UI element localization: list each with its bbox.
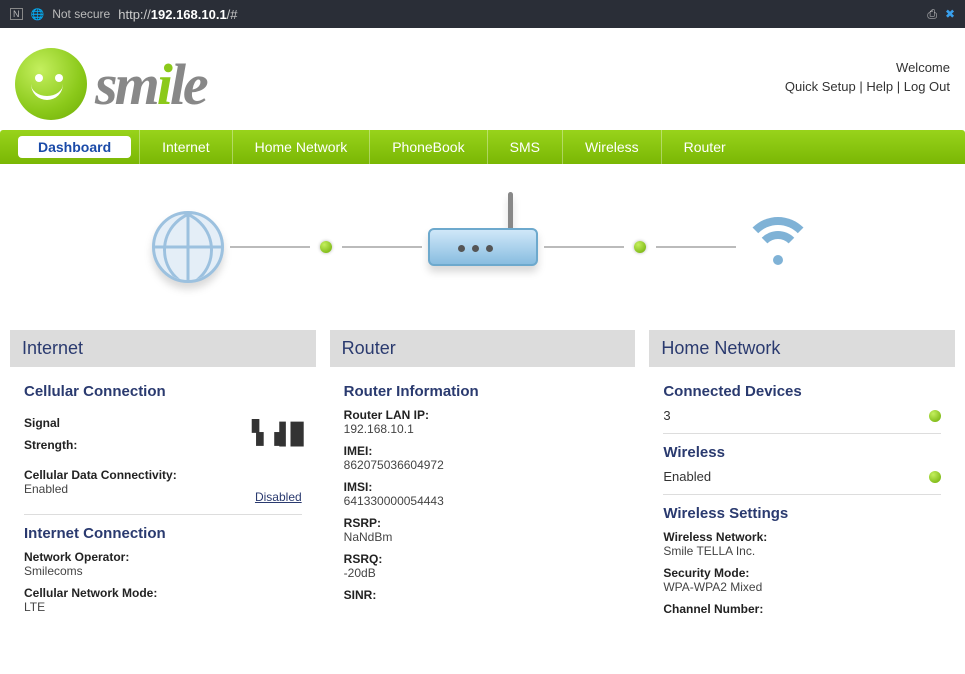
status-dot-icon <box>320 241 332 253</box>
camera-icon[interactable]: ⎙ <box>927 7 937 22</box>
main-nav: Dashboard Internet Home Network PhoneBoo… <box>0 130 965 164</box>
not-secure-label: Not secure <box>52 7 110 21</box>
home-network-panel: Home Network Connected Devices 3 Wireles… <box>649 330 955 654</box>
imei-value: 862075036604972 <box>344 458 622 472</box>
logo-face-icon <box>15 48 87 120</box>
quick-setup-link[interactable]: Quick Setup <box>785 79 856 94</box>
router-information-heading: Router Information <box>344 383 622 400</box>
router-panel: Router Router Information Router LAN IP:… <box>330 330 636 620</box>
wireless-settings-heading: Wireless Settings <box>663 505 941 522</box>
tab-home-network[interactable]: Home Network <box>232 130 370 164</box>
status-dot-icon <box>929 471 941 483</box>
cellular-data-connectivity-label: Cellular Data Connectivity: <box>24 468 177 482</box>
connector-line <box>230 246 310 248</box>
network-operator-value: Smilecoms <box>24 564 302 578</box>
extension-icon[interactable]: ✖ <box>945 7 955 21</box>
tab-dashboard[interactable]: Dashboard <box>18 136 131 158</box>
router-icon <box>428 228 538 266</box>
internet-connection-heading: Internet Connection <box>24 525 302 542</box>
tab-internet[interactable]: Internet <box>139 130 231 164</box>
wireless-network-label: Wireless Network: <box>663 530 941 544</box>
help-link[interactable]: Help <box>866 79 893 94</box>
welcome-text: Welcome <box>785 60 950 75</box>
imei-label: IMEI: <box>344 444 622 458</box>
lock-box-icon: N <box>10 8 23 20</box>
wireless-network-value: Smile TELLA Inc. <box>663 544 941 558</box>
connected-devices-heading: Connected Devices <box>663 383 941 400</box>
page-header: smile Welcome Quick Setup | Help | Log O… <box>0 28 965 130</box>
rsrp-label: RSRP: <box>344 516 622 530</box>
rsrq-label: RSRQ: <box>344 552 622 566</box>
dashboard-panels: Internet Cellular Connection Signal Stre… <box>0 330 965 674</box>
logo-text: smile <box>95 51 206 118</box>
logo: smile <box>15 48 206 120</box>
logout-link[interactable]: Log Out <box>904 79 950 94</box>
header-links: Welcome Quick Setup | Help | Log Out <box>785 48 950 94</box>
cellular-connection-heading: Cellular Connection <box>24 383 302 400</box>
signal-label: Signal <box>24 416 77 430</box>
signal-strength-icon: ▝▖▗▌█ <box>246 421 302 447</box>
panel-title: Internet <box>10 330 316 367</box>
tab-router[interactable]: Router <box>661 130 748 164</box>
tab-wireless[interactable]: Wireless <box>562 130 661 164</box>
connector-line <box>544 246 624 248</box>
connection-diagram <box>0 182 965 312</box>
cellular-network-mode-value: LTE <box>24 600 302 614</box>
router-lan-ip-label: Router LAN IP: <box>344 408 622 422</box>
internet-globe-icon <box>152 211 224 283</box>
rsrp-value: NaNdBm <box>344 530 622 544</box>
wireless-status-value: Enabled <box>663 469 711 484</box>
tab-sms[interactable]: SMS <box>487 130 562 164</box>
strength-label: Strength: <box>24 438 77 452</box>
panel-title: Home Network <box>649 330 955 367</box>
wireless-heading: Wireless <box>663 444 941 461</box>
url-field[interactable]: http://192.168.10.1/# <box>118 7 237 22</box>
tab-phonebook[interactable]: PhoneBook <box>369 130 486 164</box>
status-dot-icon <box>634 241 646 253</box>
security-mode-value: WPA-WPA2 Mixed <box>663 580 941 594</box>
wifi-icon <box>742 217 814 277</box>
connector-line <box>656 246 736 248</box>
cellular-data-connectivity-value: Enabled <box>24 482 177 496</box>
cellular-network-mode-label: Cellular Network Mode: <box>24 586 302 600</box>
browser-address-bar: N 🌐 Not secure http://192.168.10.1/# ⎙ ✖ <box>0 0 965 28</box>
security-mode-label: Security Mode: <box>663 566 941 580</box>
imsi-value: 641330000054443 <box>344 494 622 508</box>
status-dot-icon <box>929 410 941 422</box>
network-operator-label: Network Operator: <box>24 550 302 564</box>
imsi-label: IMSI: <box>344 480 622 494</box>
panel-title: Router <box>330 330 636 367</box>
rsrq-value: -20dB <box>344 566 622 580</box>
router-lan-ip-value: 192.168.10.1 <box>344 422 622 436</box>
connected-devices-value: 3 <box>663 408 670 423</box>
globe-icon: 🌐 <box>31 8 45 21</box>
sinr-label: SINR: <box>344 588 622 602</box>
connector-line <box>342 246 422 248</box>
internet-panel: Internet Cellular Connection Signal Stre… <box>10 330 316 652</box>
disabled-link[interactable]: Disabled <box>255 490 302 504</box>
